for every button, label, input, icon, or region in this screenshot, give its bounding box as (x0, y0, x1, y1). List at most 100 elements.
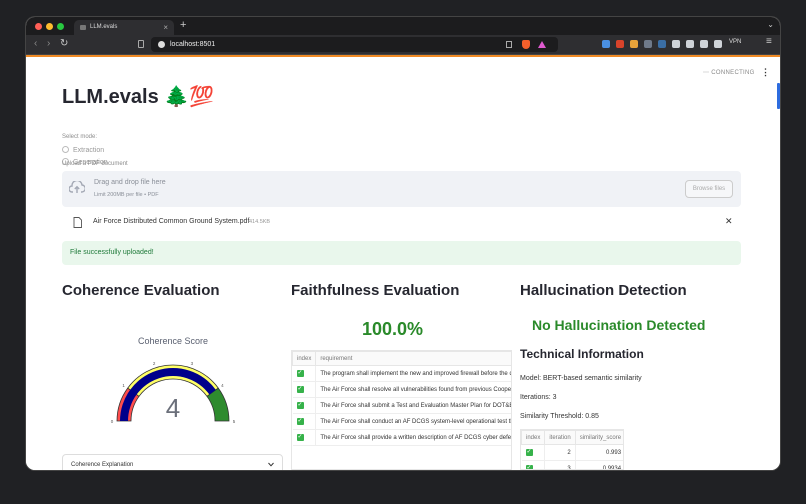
site-info-icon[interactable] (158, 41, 165, 48)
dropzone-text: Drag and drop file here (94, 179, 166, 186)
upload-label: Upload a PDF document (62, 161, 128, 167)
check-icon: ✓ (525, 464, 533, 470)
row-index: ✓ (292, 381, 317, 398)
browser-tab[interactable]: LLM.evals × (74, 20, 174, 35)
check-icon: ✓ (296, 369, 304, 377)
table-row[interactable]: ✓ The Air Force shall provide a written d… (292, 429, 511, 446)
hallucination-result: No Hallucination Detected (532, 317, 706, 333)
back-icon[interactable]: ‹ (34, 38, 37, 49)
row-index: ✓ (292, 397, 317, 414)
zoom-window-button[interactable] (57, 23, 64, 30)
iteration-cell: 3 (544, 460, 576, 469)
requirement-cell: The program shall implement the new and … (315, 365, 511, 382)
requirement-cell: The Air Force shall submit a Test and Ev… (315, 397, 511, 414)
gauge-tick-label: 5 (233, 419, 236, 424)
scrollbar-thumb[interactable] (777, 83, 780, 109)
row-index: ✓ (292, 413, 317, 430)
table-row[interactable]: ✓ The program shall implement the new and… (292, 365, 511, 382)
extension-icon[interactable] (686, 40, 694, 48)
check-icon: ✓ (525, 448, 533, 456)
file-size: 414.5KB (249, 219, 271, 225)
col-index[interactable]: index (521, 430, 546, 445)
upload-cloud-icon (69, 181, 85, 193)
close-icon[interactable]: ✕ (725, 216, 733, 227)
table-row[interactable]: ✓ The Air Force shall resolve all vulnera… (292, 381, 511, 398)
close-window-button[interactable] (35, 23, 42, 30)
dropzone-limit: Limit 200MB per file • PDF (94, 192, 159, 198)
page-title: LLM.evals 🌲💯 (62, 86, 215, 108)
kebab-menu-icon[interactable]: ⋮ (761, 67, 770, 78)
check-icon: ✓ (296, 433, 304, 441)
coherence-heading: Coherence Evaluation (62, 282, 220, 299)
coherence-explanation-expander[interactable]: Coherence Explanation (62, 454, 283, 470)
file-name: Air Force Distributed Common Ground Syst… (93, 218, 250, 225)
minimize-window-button[interactable] (46, 23, 53, 30)
radio-extraction[interactable]: Extraction (62, 146, 104, 154)
browser-window: LLM.evals × + ⌄ ‹ › ↻ localhost:8501 VPN… (26, 17, 780, 470)
faithfulness-heading: Faithfulness Evaluation (291, 282, 460, 299)
mode-label: Select mode: (62, 134, 98, 140)
gauge-tick-label: 3 (191, 361, 194, 366)
browse-files-button[interactable]: Browse files (685, 180, 733, 198)
bookmark-icon[interactable] (138, 40, 144, 48)
threshold-info: Similarity Threshold: 0.85 (520, 413, 599, 420)
similarity-table[interactable]: index iteration similarity_score ✓ 2 0.993… (520, 429, 624, 470)
extension-icon[interactable] (602, 40, 610, 48)
faithfulness-score: 100.0% (362, 319, 424, 339)
forward-icon[interactable]: › (47, 38, 50, 49)
rewards-icon[interactable] (538, 41, 546, 48)
model-info: Model: BERT-based semantic similarity (520, 375, 642, 382)
iteration-cell: 2 (544, 444, 576, 461)
reload-icon[interactable]: ↻ (60, 38, 68, 49)
gauge-tick-label: 1 (122, 383, 125, 388)
col-requirement[interactable]: requirement (315, 351, 511, 366)
table-row[interactable]: ✓ 3 0.9934 (521, 460, 623, 470)
tab-strip: LLM.evals × + ⌄ (26, 17, 780, 35)
wallet-icon[interactable] (714, 40, 722, 48)
requirements-grid: index requirement ✓ The program shall imp… (292, 351, 511, 446)
address-bar[interactable]: localhost:8501 (151, 37, 558, 52)
extension-icon[interactable] (630, 40, 638, 48)
gauge-tick-label: 4 (221, 383, 224, 388)
extension-icon[interactable] (616, 40, 624, 48)
share-icon[interactable] (506, 41, 512, 48)
browser-toolbar: ‹ › ↻ localhost:8501 VPN ≡ (26, 35, 780, 55)
gauge-value: 4 (166, 393, 180, 423)
table-row[interactable]: ✓ The Air Force shall submit a Test and E… (292, 397, 511, 414)
technical-info-heading: Technical Information (520, 347, 644, 361)
new-tab-button[interactable]: + (180, 19, 186, 31)
row-index: ✓ (521, 444, 546, 461)
check-icon: ✓ (296, 417, 304, 425)
check-icon: ✓ (296, 401, 304, 409)
extension-icon[interactable] (644, 40, 652, 48)
success-alert: File successfully uploaded! (62, 241, 741, 265)
sidebar-icon[interactable] (700, 40, 708, 48)
requirement-cell: The Air Force shall resolve all vulnerab… (315, 381, 511, 398)
requirement-cell: The Air Force shall conduct an AF DCGS s… (315, 413, 511, 430)
extension-icon[interactable] (672, 40, 680, 48)
col-iteration[interactable]: iteration (544, 430, 576, 445)
brave-shield-icon[interactable] (522, 40, 530, 49)
requirement-cell: The Air Force shall provide a written de… (315, 429, 511, 446)
hallucination-heading: Hallucination Detection (520, 282, 687, 299)
gauge-tick-label: 2 (153, 361, 156, 366)
row-index: ✓ (292, 429, 317, 446)
menu-icon[interactable]: ≡ (766, 36, 772, 47)
connection-status: ⋯ CONNECTING (703, 70, 755, 76)
file-dropzone[interactable]: Drag and drop file here Limit 200MB per … (62, 171, 741, 207)
tab-close-icon[interactable]: × (163, 20, 168, 35)
file-icon (73, 217, 82, 228)
row-index: ✓ (292, 365, 317, 382)
check-icon: ✓ (296, 385, 304, 393)
col-index[interactable]: index (292, 351, 317, 366)
streamlit-page: ⋯ CONNECTING ⋮ LLM.evals 🌲💯 Select mode:… (26, 55, 780, 470)
table-row[interactable]: ✓ 2 0.993 (521, 444, 623, 461)
extension-icon[interactable] (658, 40, 666, 48)
tab-search-icon[interactable]: ⌄ (767, 20, 774, 29)
score-cell: 0.993 (575, 444, 623, 461)
vpn-button[interactable]: VPN (729, 39, 741, 45)
table-row[interactable]: ✓ The Air Force shall conduct an AF DCGS … (292, 413, 511, 430)
loading-bar (26, 55, 780, 57)
requirements-table[interactable]: index requirement ✓ The program shall imp… (291, 350, 512, 470)
col-similarity-score[interactable]: similarity_score (574, 430, 623, 445)
